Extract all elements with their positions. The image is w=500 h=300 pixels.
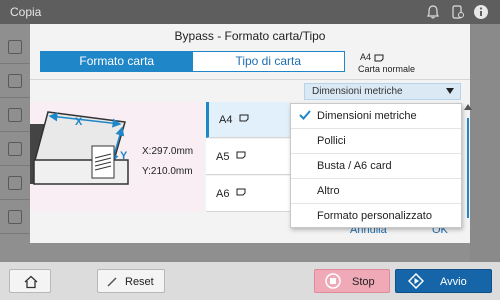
scrollbar-track <box>467 118 469 218</box>
scroll-up-icon <box>464 104 472 110</box>
paper-size-list: A4 A5 A6 <box>206 102 291 212</box>
background-side-item <box>0 132 30 166</box>
page-orientation-icon <box>236 151 246 159</box>
tab-paper-size[interactable]: Formato carta <box>41 52 193 71</box>
menu-item-label: Formato personalizzato <box>317 210 432 222</box>
page-orientation-icon <box>374 54 384 62</box>
status-bar: Copia <box>0 0 500 24</box>
dialog-title: Bypass - Formato carta/Tipo <box>174 29 326 43</box>
current-paper-size-label: A4 <box>360 52 372 62</box>
size-label: A4 <box>219 114 233 126</box>
dimension-x: X:297.0mm <box>142 146 194 157</box>
size-label: A6 <box>216 188 230 200</box>
page-orientation-icon <box>239 114 249 122</box>
info-icon[interactable] <box>473 4 489 20</box>
menu-item-label: Busta / A6 card <box>317 160 392 172</box>
divider <box>30 79 470 80</box>
scrollbar[interactable] <box>464 104 473 225</box>
reset-label: Reset <box>125 276 154 288</box>
phone-settings-icon[interactable] <box>449 4 465 20</box>
y-axis-label: Y <box>120 150 128 162</box>
start-button[interactable]: Avvio <box>395 269 492 293</box>
app-title: Copia <box>10 5 42 19</box>
menu-item-inches[interactable]: Pollici <box>291 129 461 154</box>
dimension-y: Y:210.0mm <box>142 166 193 177</box>
units-dropdown-value: Dimensioni metriche <box>312 86 403 97</box>
menu-item-label: Dimensioni metriche <box>317 110 417 122</box>
stop-icon <box>325 273 341 289</box>
chevron-down-icon <box>446 88 454 94</box>
size-label: A5 <box>216 151 230 163</box>
background-side-item <box>0 30 30 64</box>
units-dropdown-menu: Dimensioni metriche Pollici Busta / A6 c… <box>290 103 472 229</box>
eraser-icon <box>107 277 117 287</box>
page-orientation-icon <box>236 188 246 196</box>
bell-icon[interactable] <box>425 4 441 20</box>
current-paper-size: A4 <box>360 52 384 62</box>
current-paper-type: Carta normale <box>358 64 416 74</box>
start-icon <box>408 273 424 289</box>
background-side-item <box>0 98 30 132</box>
home-icon <box>24 275 38 289</box>
menu-item-label: Altro <box>317 185 340 197</box>
menu-item-other[interactable]: Altro <box>291 179 461 204</box>
menu-item-metric[interactable]: Dimensioni metriche <box>291 104 461 129</box>
list-item-a5[interactable]: A5 <box>206 139 291 175</box>
background-right-panel <box>470 24 500 262</box>
background-side-item <box>0 64 30 98</box>
menu-item-envelope[interactable]: Busta / A6 card <box>291 154 461 179</box>
background-side-item <box>0 200 30 234</box>
check-icon <box>299 110 311 120</box>
start-label: Avvio <box>440 276 467 288</box>
background-side-item <box>0 166 30 200</box>
reset-button[interactable]: Reset <box>97 269 165 293</box>
paper-preview: X Y X:297.0mm Y:210.0mm <box>30 102 204 212</box>
x-axis-label: X <box>75 116 83 128</box>
list-item-a4[interactable]: A4 <box>206 102 291 138</box>
dialog-tabs: Formato carta Tipo di carta <box>40 51 345 72</box>
menu-item-custom-size[interactable]: Formato personalizzato <box>291 204 461 229</box>
tab-paper-type[interactable]: Tipo di carta <box>193 52 345 71</box>
menu-item-label: Pollici <box>317 135 346 147</box>
units-dropdown[interactable]: Dimensioni metriche <box>304 83 461 100</box>
list-item-a6[interactable]: A6 <box>206 176 291 212</box>
stop-button[interactable]: Stop <box>314 269 390 293</box>
stop-label: Stop <box>352 276 375 288</box>
home-button[interactable] <box>9 269 51 293</box>
